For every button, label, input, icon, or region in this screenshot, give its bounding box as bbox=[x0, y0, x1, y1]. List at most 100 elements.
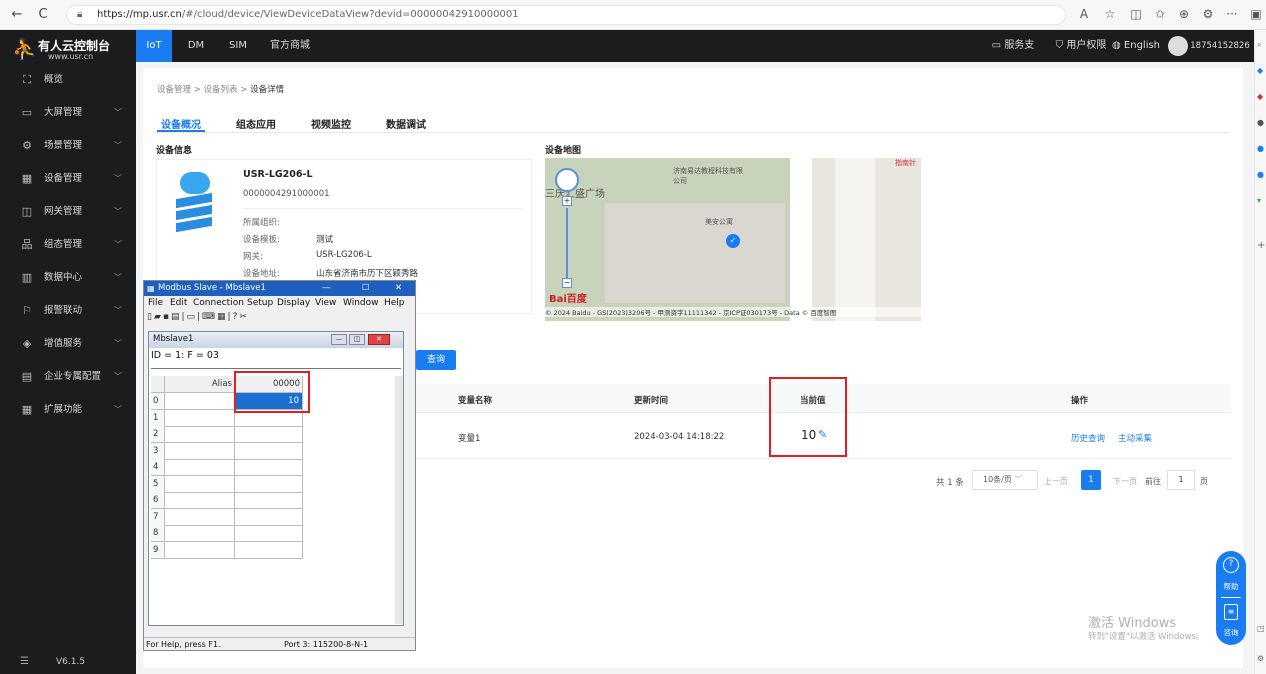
grid-alias-cell[interactable] bbox=[165, 525, 235, 542]
sidebar-item-value-added[interactable]: ◈ 增值服务 ﹀ bbox=[0, 327, 136, 360]
history-query-link[interactable]: 历史查询 bbox=[1071, 432, 1105, 444]
modbus-title-bar[interactable]: ▦ Modbus Slave - Mbslave1 — ☐ ✕ bbox=[144, 281, 415, 296]
user-phone[interactable]: 18754152826 bbox=[1190, 30, 1250, 62]
maximize-button[interactable]: ☐ bbox=[362, 281, 370, 296]
person-icon[interactable]: ● bbox=[1257, 118, 1264, 127]
next-page[interactable]: 下一页 bbox=[1113, 476, 1137, 487]
brand-logo[interactable]: ⛹ 有人云控制台 www.usr.cn bbox=[12, 35, 132, 65]
close-button[interactable]: ✕ bbox=[395, 281, 402, 296]
nav-support[interactable]: ▭ 服务支持 bbox=[988, 30, 1038, 83]
grid-row-number[interactable]: 8 bbox=[151, 525, 165, 542]
sidebar-item-screen[interactable]: ▭ 大屏管理 ﹀ bbox=[0, 96, 136, 129]
tab-debug[interactable]: 数据调试 bbox=[386, 116, 426, 131]
modbus-menu-help[interactable]: Help bbox=[384, 298, 405, 308]
modbus-menu-edit[interactable]: Edit bbox=[170, 298, 187, 308]
zoom-out-button[interactable]: − bbox=[562, 278, 572, 288]
vertical-scrollbar[interactable] bbox=[395, 376, 403, 624]
sidebar-item-alarm[interactable]: ⚐ 报警联动 ﹀ bbox=[0, 294, 136, 327]
grid-row-number[interactable]: 6 bbox=[151, 492, 165, 509]
sidebar-item-data[interactable]: ▥ 数据中心 ﹀ bbox=[0, 261, 136, 294]
sidebar-item-enterprise[interactable]: ▤ 企业专属配置 ﹀ bbox=[0, 360, 136, 393]
modbus-menu-file[interactable]: File bbox=[148, 298, 163, 308]
grid-row-number[interactable]: 2 bbox=[151, 426, 165, 443]
refresh-icon[interactable]: C bbox=[34, 6, 52, 24]
modbus-menu-setup[interactable]: Setup bbox=[247, 298, 273, 308]
shopping-icon[interactable]: ◆ bbox=[1257, 92, 1263, 101]
grid-row-number[interactable]: 4 bbox=[151, 459, 165, 476]
tab-config-app[interactable]: 组态应用 bbox=[236, 116, 276, 131]
add-icon[interactable]: + bbox=[1257, 240, 1265, 251]
more-icon[interactable]: ··· bbox=[1224, 7, 1240, 21]
consult-icon[interactable]: ≡ bbox=[1224, 604, 1238, 620]
grid-row-number[interactable]: 3 bbox=[151, 442, 165, 460]
map-pan-control[interactable] bbox=[555, 168, 579, 192]
child-title-bar[interactable]: Mbslave1 — ◫ ✕ bbox=[149, 332, 403, 348]
split-screen-icon[interactable]: ◫ bbox=[1128, 7, 1144, 21]
grid-alias-cell[interactable] bbox=[165, 393, 235, 410]
tab-video[interactable]: 视频监控 bbox=[311, 116, 351, 131]
grid-corner[interactable] bbox=[151, 376, 165, 393]
help-label[interactable]: 帮助 bbox=[1216, 581, 1246, 592]
grid-alias-cell[interactable] bbox=[165, 426, 235, 443]
help-icon[interactable]: ? bbox=[1223, 557, 1239, 573]
grid-alias-cell[interactable] bbox=[165, 492, 235, 509]
sidebar-item-overview[interactable]: ⛶ 概览 bbox=[0, 63, 136, 96]
grid-row-number[interactable]: 9 bbox=[151, 541, 165, 559]
grid-alias-cell[interactable] bbox=[165, 459, 235, 476]
grid-value-cell[interactable] bbox=[235, 508, 303, 526]
favorites-icon[interactable]: ✩ bbox=[1152, 7, 1168, 21]
nav-iot[interactable]: IoT bbox=[136, 30, 172, 62]
modbus-toolbar[interactable]: ▯▰▪▤|▭|⌨▦|?✂ bbox=[147, 312, 302, 326]
modbus-menu-view[interactable]: View bbox=[315, 298, 336, 308]
sidebar-item-scene[interactable]: ⚙ 场景管理 ﹀ bbox=[0, 129, 136, 162]
collapse-icon[interactable]: ☰ bbox=[20, 656, 29, 667]
games-icon[interactable]: ● bbox=[1257, 144, 1264, 153]
active-collect-link[interactable]: 主动采集 bbox=[1118, 432, 1152, 444]
favorite-star-icon[interactable]: ☆ bbox=[1102, 7, 1118, 21]
extensions-icon[interactable]: ⚙ bbox=[1200, 7, 1216, 21]
back-icon[interactable]: ← bbox=[8, 6, 26, 24]
sidebar-item-extension[interactable]: ▦ 扩展功能 ﹀ bbox=[0, 393, 136, 426]
page-size-select[interactable]: 10条/页 ﹀ bbox=[972, 470, 1038, 490]
copilot-icon[interactable]: ◆ bbox=[1257, 66, 1263, 75]
goto-page-input[interactable]: 1 bbox=[1167, 470, 1195, 490]
breadcrumb-device-mgmt[interactable]: 设备管理 bbox=[157, 85, 191, 95]
outlook-icon[interactable]: ● bbox=[1257, 170, 1264, 179]
modbus-menu-window[interactable]: Window bbox=[343, 298, 379, 308]
settings-icon[interactable]: ⚙ bbox=[1257, 654, 1264, 663]
grid-value-cell[interactable] bbox=[235, 541, 303, 559]
grid-row-number[interactable]: 5 bbox=[151, 475, 165, 493]
grid-value-cell[interactable] bbox=[235, 475, 303, 493]
grid-alias-cell[interactable] bbox=[165, 442, 235, 460]
minimize-button[interactable]: — bbox=[322, 281, 331, 296]
sidebar-item-gateway[interactable]: ◫ 网关管理 ﹀ bbox=[0, 195, 136, 228]
grid-value-cell[interactable] bbox=[235, 442, 303, 460]
sidebar-toggle-icon[interactable]: ▣ bbox=[1248, 7, 1264, 21]
page-1-button[interactable]: 1 bbox=[1081, 470, 1101, 490]
nav-sim[interactable]: SIM bbox=[226, 30, 250, 62]
nav-language[interactable]: ◍ English bbox=[1112, 30, 1160, 62]
drop-icon[interactable]: ▾ bbox=[1257, 196, 1261, 205]
layout-icon[interactable]: ◳ bbox=[1257, 624, 1265, 633]
nav-permissions[interactable]: ⛉ 用户权限 bbox=[1052, 30, 1110, 62]
query-button[interactable]: 查询 bbox=[416, 350, 456, 370]
breadcrumb-device-list[interactable]: 设备列表 bbox=[204, 85, 238, 95]
child-close-button[interactable]: ✕ bbox=[368, 334, 390, 345]
consult-label[interactable]: 咨询 bbox=[1216, 627, 1246, 638]
grid-alias-cell[interactable] bbox=[165, 409, 235, 427]
grid-value-cell[interactable] bbox=[235, 426, 303, 443]
grid-row-number[interactable]: 0 bbox=[151, 393, 165, 410]
child-minimize-button[interactable]: — bbox=[331, 334, 347, 345]
sidebar-item-device[interactable]: ▦ 设备管理 ﹀ bbox=[0, 162, 136, 195]
grid-value-cell[interactable] bbox=[235, 525, 303, 542]
device-marker-icon[interactable]: ✓ bbox=[726, 234, 740, 248]
grid-row-number[interactable]: 7 bbox=[151, 508, 165, 526]
grid-alias-cell[interactable] bbox=[165, 541, 235, 559]
grid-row-number[interactable]: 1 bbox=[151, 409, 165, 427]
address-bar[interactable]: 🔒︎ https://mp.usr.cn/#/cloud/device/View… bbox=[66, 5, 1066, 25]
nav-store[interactable]: 官方商城 bbox=[270, 30, 310, 62]
child-restore-button[interactable]: ◫ bbox=[349, 334, 365, 345]
modbus-menu-connection[interactable]: Connection bbox=[193, 298, 244, 308]
grid-alias-cell[interactable] bbox=[165, 475, 235, 493]
grid-header-alias[interactable]: Alias bbox=[165, 376, 235, 393]
